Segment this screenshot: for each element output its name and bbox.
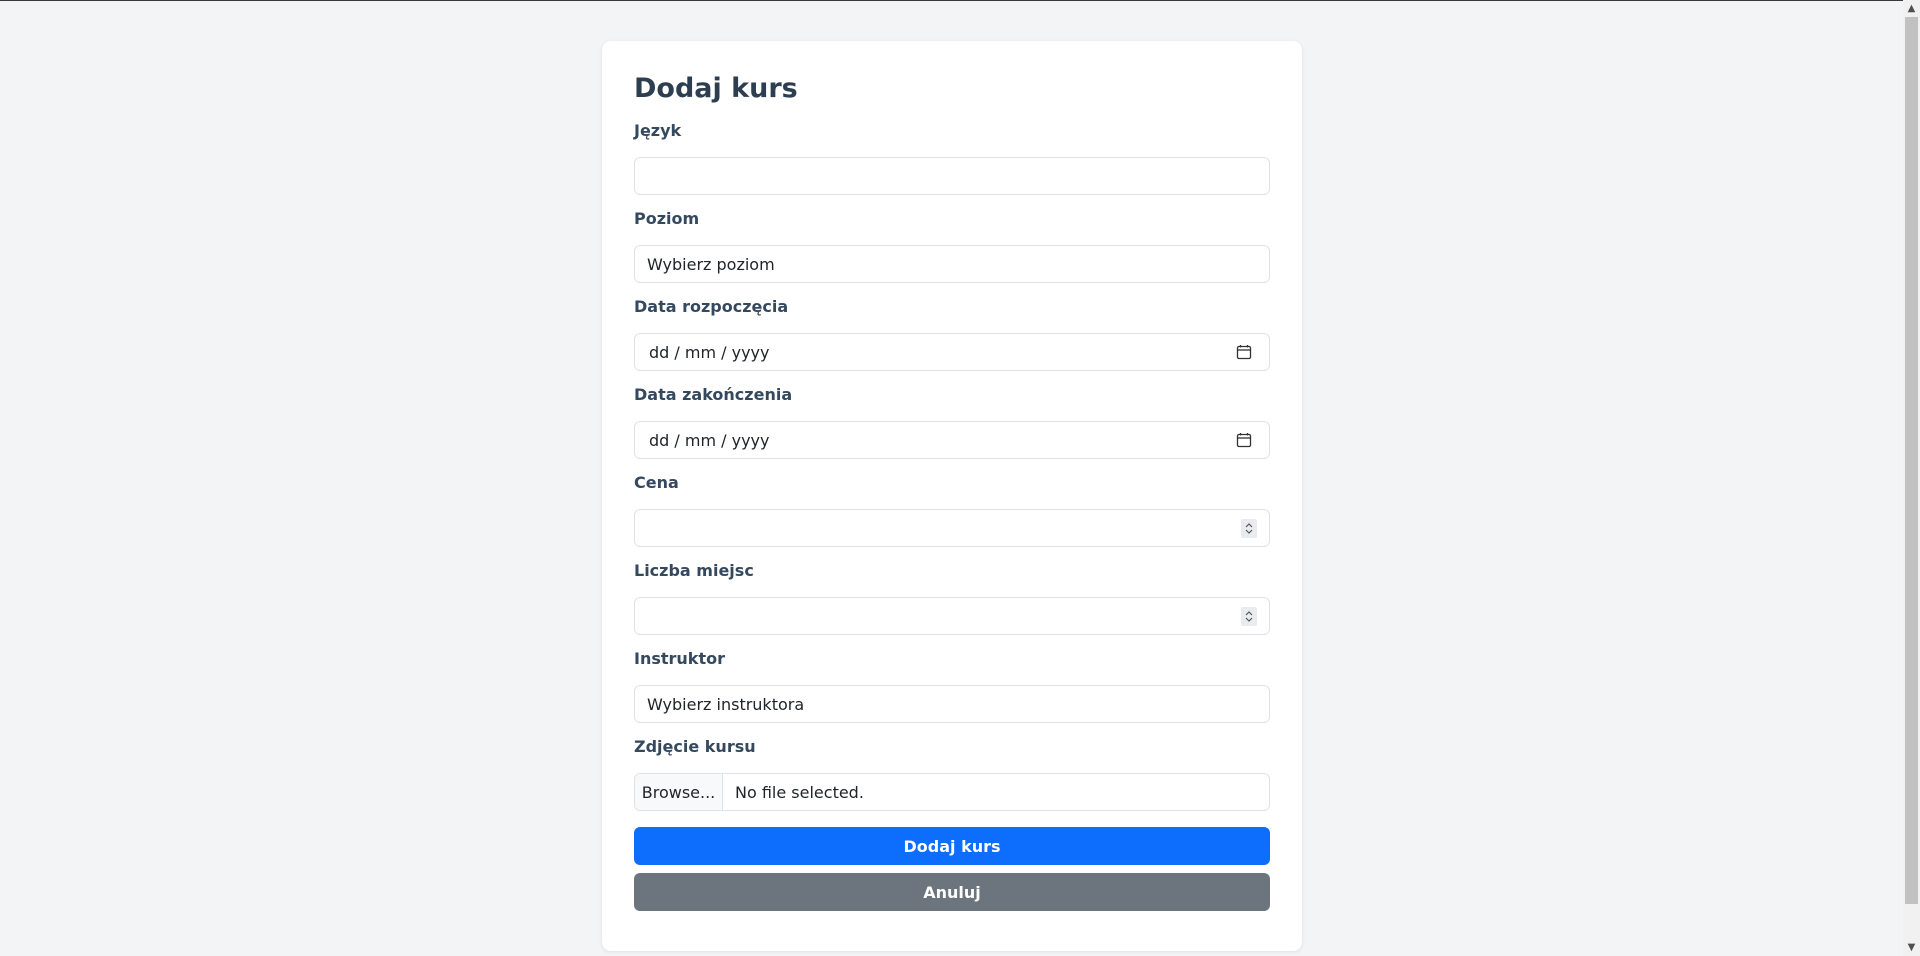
end-date-label: Data zakończenia: [634, 385, 793, 404]
cancel-button[interactable]: Anuluj: [634, 873, 1270, 911]
window-top-border: [0, 0, 1903, 1]
start-date-label: Data rozpoczęcia: [634, 297, 789, 316]
level-selected-value: Wybierz poziom: [647, 254, 775, 274]
language-group: Język: [634, 121, 1270, 195]
browse-button[interactable]: Browse...: [635, 774, 723, 810]
photo-label: Zdjęcie kursu: [634, 737, 756, 756]
language-input[interactable]: [634, 157, 1270, 195]
price-label: Cena: [634, 473, 679, 492]
price-input[interactable]: [634, 509, 1270, 547]
end-date-group: Data zakończenia dd / mm / yyyy: [634, 385, 1270, 459]
submit-button[interactable]: Dodaj kurs: [634, 827, 1270, 865]
instructor-select[interactable]: Wybierz instruktora: [634, 685, 1270, 723]
photo-group: Zdjęcie kursu Browse... No file selected…: [634, 737, 1270, 811]
level-select[interactable]: Wybierz poziom: [634, 245, 1270, 283]
level-group: Poziom Wybierz poziom: [634, 209, 1270, 283]
add-course-form: Dodaj kurs Język Poziom Wybierz poziom D…: [634, 69, 1270, 911]
vertical-scrollbar[interactable]: ▲ ▼: [1903, 0, 1920, 956]
file-status-text: No file selected.: [735, 782, 864, 802]
scroll-thumb[interactable]: [1905, 17, 1918, 904]
spinner-icon[interactable]: [1241, 519, 1257, 538]
language-label: Język: [634, 121, 682, 140]
calendar-icon[interactable]: [1236, 432, 1252, 448]
spinner-icon[interactable]: [1241, 607, 1257, 626]
start-date-group: Data rozpoczęcia dd / mm / yyyy: [634, 297, 1270, 371]
scroll-down-icon[interactable]: ▼: [1903, 939, 1920, 956]
seats-group: Liczba miejsc: [634, 561, 1270, 635]
instructor-selected-value: Wybierz instruktora: [647, 694, 805, 714]
end-date-value: dd / mm / yyyy: [649, 430, 770, 450]
seats-label: Liczba miejsc: [634, 561, 754, 580]
start-date-input[interactable]: dd / mm / yyyy: [634, 333, 1270, 371]
page-title: Dodaj kurs: [634, 73, 798, 104]
add-course-card: Dodaj kurs Język Poziom Wybierz poziom D…: [602, 41, 1302, 951]
scroll-up-icon[interactable]: ▲: [1903, 0, 1920, 17]
price-group: Cena: [634, 473, 1270, 547]
instructor-group: Instruktor Wybierz instruktora: [634, 649, 1270, 723]
end-date-input[interactable]: dd / mm / yyyy: [634, 421, 1270, 459]
level-label: Poziom: [634, 209, 700, 228]
photo-file-input[interactable]: Browse... No file selected.: [634, 773, 1270, 811]
seats-input[interactable]: [634, 597, 1270, 635]
instructor-label: Instruktor: [634, 649, 725, 668]
start-date-value: dd / mm / yyyy: [649, 342, 770, 362]
calendar-icon[interactable]: [1236, 344, 1252, 360]
